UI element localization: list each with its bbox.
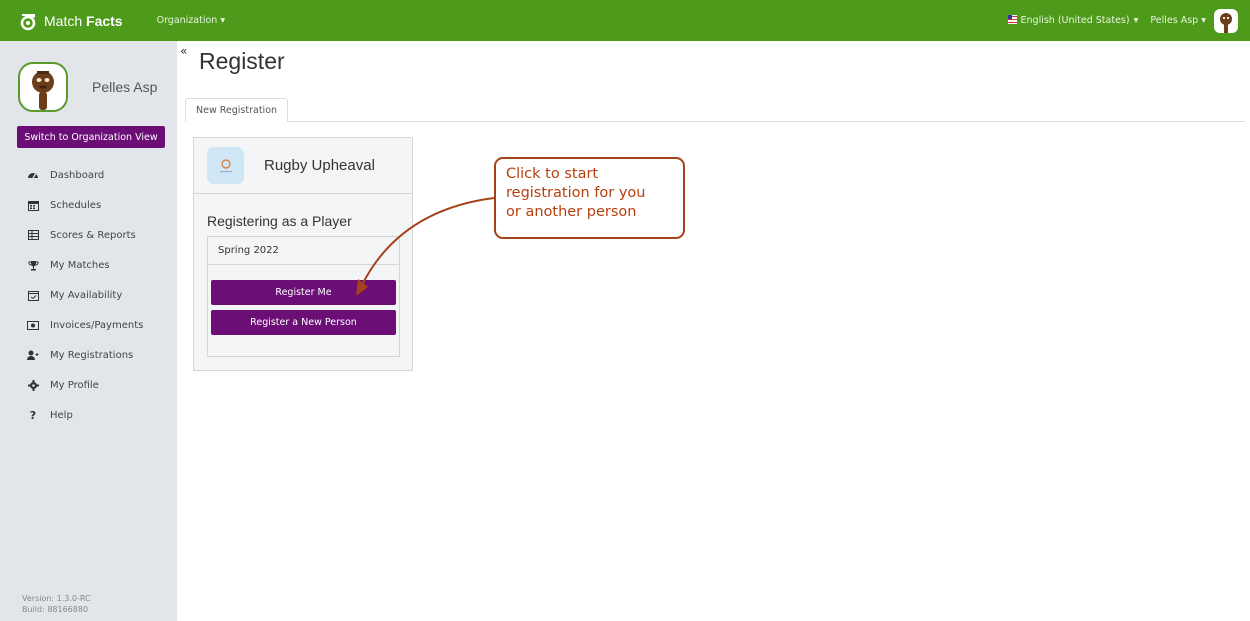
sidebar-item-label: My Matches bbox=[50, 259, 110, 271]
callout-line: or another person bbox=[506, 204, 637, 220]
sidebar-item-my-registrations[interactable]: My Registrations bbox=[0, 340, 177, 370]
switch-to-organization-view-button[interactable]: Switch to Organization View bbox=[17, 126, 165, 148]
user-avatar[interactable] bbox=[1214, 8, 1238, 33]
profile-name: Pelles Asp bbox=[92, 78, 158, 95]
language-selector[interactable]: English (United States) ▾ bbox=[1007, 14, 1139, 27]
sidebar-item-label: Schedules bbox=[50, 199, 102, 211]
sidebar-item-scores-reports[interactable]: Scores & Reports bbox=[0, 220, 177, 250]
matchfacts-logo-icon bbox=[18, 11, 38, 31]
sidebar-item-help[interactable]: ? Help bbox=[0, 400, 177, 430]
tab-new-registration[interactable]: New Registration bbox=[185, 98, 289, 122]
sidebar-item-label: My Registrations bbox=[50, 349, 134, 361]
profile-summary: Pelles Asp bbox=[0, 41, 177, 117]
language-label: English (United States) bbox=[1020, 15, 1130, 26]
dashboard-icon bbox=[27, 169, 39, 181]
sidebar: Pelles Asp Switch to Organization View D… bbox=[0, 41, 177, 621]
user-menu[interactable]: Pelles Asp ▾ bbox=[1150, 15, 1206, 26]
collapse-sidebar-button[interactable]: « bbox=[180, 44, 187, 58]
organization-menu[interactable]: Organization ▾ bbox=[157, 15, 226, 26]
sidebar-item-label: Dashboard bbox=[50, 169, 105, 181]
calendar-icon bbox=[27, 199, 39, 211]
sidebar-item-label: My Profile bbox=[50, 379, 99, 391]
sidebar-item-my-matches[interactable]: My Matches bbox=[0, 250, 177, 280]
profile-avatar[interactable] bbox=[18, 61, 68, 112]
callout-line: registration for you bbox=[506, 185, 646, 201]
app-logo[interactable]: Match Facts bbox=[18, 0, 123, 41]
user-name: Pelles Asp bbox=[1150, 15, 1199, 26]
sidebar-item-label: Help bbox=[50, 409, 73, 421]
gear-icon bbox=[27, 379, 39, 391]
top-navbar: Match Facts Organization ▾ English (Unit… bbox=[0, 0, 1250, 41]
question-icon: ? bbox=[29, 408, 37, 422]
register-new-person-button[interactable]: Register a New Person bbox=[211, 310, 396, 335]
version-info: Version: 1.3.0-RC Build: 88166880 bbox=[22, 593, 91, 615]
tutorial-callout: Click to start registration for you or a… bbox=[494, 157, 685, 239]
money-icon bbox=[27, 319, 39, 331]
chevron-down-icon: ▾ bbox=[1201, 15, 1206, 26]
version-label: Version: 1.3.0-RC bbox=[22, 594, 91, 603]
page-title: Register bbox=[199, 48, 285, 74]
sidebar-item-schedules[interactable]: Schedules bbox=[0, 190, 177, 220]
sidebar-item-label: Invoices/Payments bbox=[50, 319, 144, 331]
season-name: Spring 2022 bbox=[208, 237, 399, 265]
app-name: Match Facts bbox=[44, 12, 123, 29]
organization-logo bbox=[207, 147, 244, 184]
sidebar-item-label: Scores & Reports bbox=[50, 229, 136, 241]
sidebar-item-invoices-payments[interactable]: Invoices/Payments bbox=[0, 310, 177, 340]
sidebar-item-my-availability[interactable]: My Availability bbox=[0, 280, 177, 310]
callout-arrow-icon bbox=[356, 197, 495, 296]
trophy-icon bbox=[27, 259, 39, 271]
registering-as-heading: Registering as a Player bbox=[207, 213, 352, 229]
tab-bar: New Registration bbox=[185, 98, 1245, 122]
registration-card: Rugby Upheaval Registering as a Player S… bbox=[193, 137, 413, 371]
user-plus-icon bbox=[27, 349, 39, 361]
register-me-button[interactable]: Register Me bbox=[211, 280, 396, 305]
sidebar-item-label: My Availability bbox=[50, 289, 123, 301]
flag-icon bbox=[1007, 14, 1017, 27]
sidebar-item-my-profile[interactable]: My Profile bbox=[0, 370, 177, 400]
calendar-check-icon bbox=[27, 289, 39, 301]
organization-name: Rugby Upheaval bbox=[264, 157, 375, 174]
card-header: Rugby Upheaval bbox=[194, 138, 412, 194]
build-label: Build: 88166880 bbox=[22, 605, 89, 614]
season-panel: Spring 2022 Register Me Register a New P… bbox=[207, 236, 400, 357]
chevron-down-icon: ▾ bbox=[1133, 15, 1139, 26]
callout-line: Click to start bbox=[506, 166, 599, 182]
sidebar-item-dashboard[interactable]: Dashboard bbox=[0, 160, 177, 190]
table-icon bbox=[27, 229, 39, 241]
sidebar-nav: Dashboard Schedules Scores & Reports My … bbox=[0, 160, 177, 430]
